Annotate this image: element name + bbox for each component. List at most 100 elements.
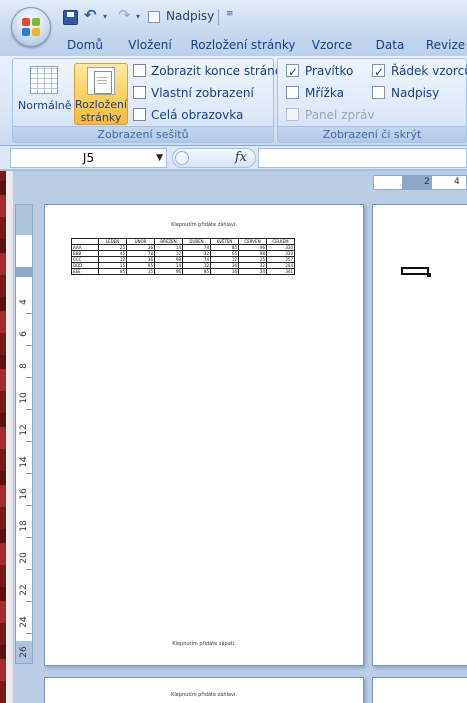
ruler-tick	[26, 601, 32, 602]
custom-views-label: Vlastní zobrazení	[151, 86, 254, 100]
footer-placeholder[interactable]: Klepnutím přidáte zápatí.	[45, 641, 363, 647]
vertical-ruler[interactable]: 4 6 8 10 12 14 16 18 20 22 24 26	[15, 204, 33, 664]
gridlines-checkbox[interactable]: Mřížka	[286, 83, 344, 103]
table-cell[interactable]: 85	[182, 268, 211, 275]
table-cell[interactable]: 85	[98, 268, 127, 275]
horizontal-ruler[interactable]: 2 4	[373, 175, 467, 190]
formula-controls: fx	[172, 148, 256, 168]
formula-bar: J5 ▼ fx	[0, 146, 467, 170]
table-cell[interactable]: 24	[238, 268, 267, 275]
ruler-tick	[26, 569, 32, 570]
headings-label: Nadpisy	[391, 86, 440, 100]
gridlines-check-icon	[286, 86, 299, 99]
table-cell[interactable]: 15	[126, 268, 155, 275]
tab-home[interactable]: Domů	[60, 36, 110, 56]
table-row: EEE 85 15 96 85 36 24 341	[71, 268, 295, 275]
page-break-preview-button[interactable]: Zobrazit konce stránek	[133, 61, 289, 81]
formula-input[interactable]	[258, 148, 467, 168]
formula-bar-label: Řádek vzorců	[391, 64, 467, 78]
page-break-icon	[133, 64, 146, 77]
group-label-show-hide: Zobrazení či skrýt	[278, 126, 466, 142]
header-placeholder[interactable]: Klepnutím přidáte záhlaví.	[45, 222, 363, 228]
table-cell[interactable]: 36	[210, 268, 239, 275]
vruler-label: 6	[19, 331, 29, 337]
name-box[interactable]: J5 ▼	[10, 148, 167, 168]
ribbon-panel: Normálně Rozložení stránky Zobrazit konc…	[0, 56, 467, 146]
active-cell-cursor[interactable]	[401, 267, 431, 277]
page-2[interactable]	[372, 204, 467, 666]
page-layout-view-button[interactable]: Rozložení stránky	[74, 63, 128, 125]
group-label-workbook-views: Zobrazení sešitů	[13, 126, 273, 142]
ruler-label: Pravítko	[305, 64, 354, 78]
headings-quick-checkbox[interactable]	[148, 11, 160, 23]
ribbon-tabs: Domů Vložení Rozložení stránky Vzorce Da…	[0, 34, 467, 56]
normal-view-button[interactable]: Normálně	[18, 63, 72, 125]
window-edge-strip	[0, 171, 13, 703]
redo-dropdown-icon[interactable]: ▾	[136, 12, 140, 30]
page-layout-label-1: Rozložení	[75, 98, 128, 111]
message-bar-checkbox[interactable]: Panel zpráv	[286, 105, 375, 125]
table-cell[interactable]: EEE	[71, 268, 99, 275]
vruler-label: 18	[19, 520, 29, 532]
customize-quick-access-icon[interactable]: ≡	[226, 9, 234, 27]
worksheet-area[interactable]: 2 4 4 6 8 10 12 14 16 18 20 22 24 26 Kle…	[0, 171, 467, 703]
tab-insert[interactable]: Vložení	[122, 36, 178, 56]
undo-icon[interactable]: ↶	[84, 6, 97, 24]
ruler-tick	[26, 537, 32, 538]
custom-views-button[interactable]: Vlastní zobrazení	[133, 83, 254, 103]
name-box-value: J5	[82, 151, 95, 165]
table-cell[interactable]: 341	[266, 268, 295, 275]
quick-access-headings-label: Nadpisy	[166, 9, 215, 23]
table-cell[interactable]: 96	[154, 268, 183, 275]
ruler-checkbox[interactable]: Pravítko	[286, 61, 354, 82]
vruler-label: 8	[19, 363, 29, 369]
vruler-label: 10	[19, 392, 29, 404]
normal-view-label: Normálně	[18, 99, 72, 112]
page-break-label: Zobrazit konce stránek	[151, 64, 290, 78]
title-bar: ↶ ▾ ↷ ▾ Nadpisy ≡	[0, 0, 467, 47]
save-icon[interactable]	[63, 10, 78, 25]
vruler-label: 22	[19, 584, 29, 596]
vruler-label: 4	[19, 299, 29, 305]
hruler-label: 4	[454, 177, 460, 187]
message-bar-label: Panel zpráv	[305, 108, 375, 122]
tab-review[interactable]: Revize	[424, 36, 467, 56]
hruler-label: 2	[424, 177, 430, 187]
vruler-label: 24	[19, 616, 29, 628]
office-button[interactable]	[11, 7, 51, 47]
ruler-check-icon	[286, 62, 299, 82]
headings-check-icon	[372, 86, 385, 99]
undo-dropdown-icon[interactable]: ▾	[103, 12, 107, 30]
formula-bar-checkbox[interactable]: Řádek vzorců	[372, 61, 467, 82]
header-placeholder[interactable]: Klepnutím přidáte záhlaví.	[45, 692, 363, 698]
page-4[interactable]	[372, 677, 467, 703]
tab-formulas[interactable]: Vzorce	[309, 36, 355, 56]
custom-views-icon	[133, 86, 146, 99]
full-screen-button[interactable]: Celá obrazovka	[133, 105, 243, 125]
ruler-tick	[26, 409, 32, 410]
ruler-top-margin-shade	[16, 205, 32, 235]
tab-page-layout[interactable]: Rozložení stránky	[190, 36, 296, 56]
data-table: LEDEN ÚNOR BŘEZEN DUBEN KVĚTEN ČERVEN CE…	[71, 238, 295, 275]
formula-resize-handle-icon[interactable]	[175, 151, 189, 165]
ruler-position-marker	[16, 267, 32, 277]
group-show-hide: Pravítko Mřížka Panel zpráv Řádek vzorců…	[277, 58, 467, 143]
message-bar-check-icon	[286, 108, 299, 121]
gridlines-label: Mřížka	[305, 86, 345, 100]
normal-view-icon	[30, 66, 58, 94]
ruler-tick	[26, 473, 32, 474]
page-1[interactable]: Klepnutím přidáte záhlaví. LEDEN ÚNOR BŘ…	[44, 204, 364, 666]
headings-checkbox[interactable]: Nadpisy	[372, 83, 439, 103]
page-layout-label-2: stránky	[80, 111, 122, 124]
ruler-tick	[26, 377, 32, 378]
ruler-tick	[26, 441, 32, 442]
office-logo-icon	[22, 18, 40, 36]
name-box-dropdown-icon[interactable]: ▼	[156, 149, 163, 167]
full-screen-label: Celá obrazovka	[151, 108, 244, 122]
insert-function-icon[interactable]: fx	[235, 150, 247, 165]
tab-data[interactable]: Data	[370, 36, 410, 56]
redo-icon[interactable]: ↷	[118, 6, 131, 24]
group-workbook-views: Normálně Rozložení stránky Zobrazit konc…	[12, 58, 289, 143]
page-3[interactable]: Klepnutím přidáte záhlaví.	[44, 677, 364, 703]
ruler-tick	[26, 505, 32, 506]
